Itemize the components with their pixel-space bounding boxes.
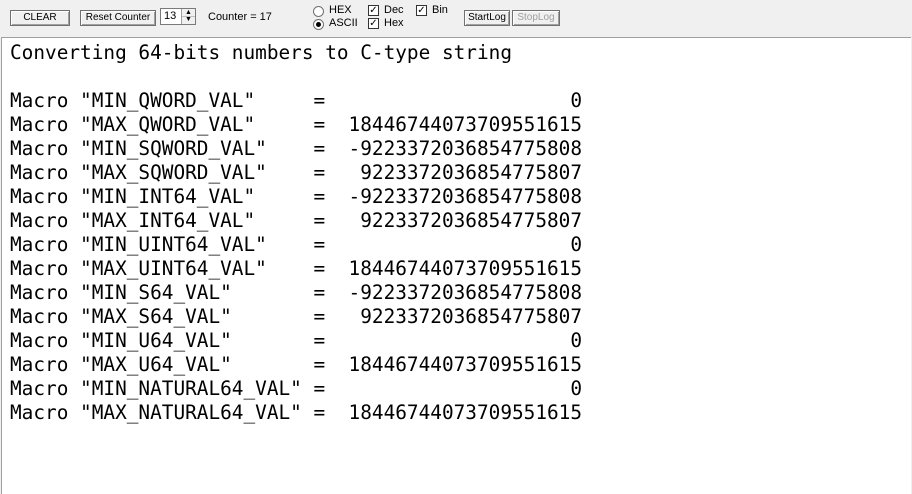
console-line: Macro "MAX_UINT64_VAL" = 184467440737095… [10, 257, 583, 280]
toolbar: CLEAR Reset Counter 13 ▲ ▼ Counter = 17 … [0, 0, 912, 36]
bin-checkbox-label: Bin [432, 4, 448, 16]
console-line: Macro "MAX_SQWORD_VAL" = 922337203685477… [10, 161, 583, 184]
console-line: Macro "MAX_S64_VAL" = 922337203685477580… [10, 305, 583, 328]
console-line: Macro "MIN_S64_VAL" = -92233720368547758… [10, 281, 583, 304]
console-line: Macro "MAX_NATURAL64_VAL" = 184467440737… [10, 401, 583, 424]
spinner-down-arrow-icon[interactable]: ▼ [182, 16, 195, 23]
hex-radio[interactable] [313, 6, 324, 17]
stoplog-button[interactable]: StopLog [512, 10, 560, 26]
spinner-arrows: ▲ ▼ [181, 9, 195, 24]
clear-button[interactable]: CLEAR [10, 10, 70, 26]
console-line: Macro "MIN_INT64_VAL" = -922337203685477… [10, 185, 583, 208]
console-line: Macro "MIN_NATURAL64_VAL" = 0 [10, 377, 583, 400]
console-output[interactable]: Converting 64-bits numbers to C-type str… [1, 37, 911, 494]
count-spinner-value[interactable]: 13 [164, 10, 176, 22]
counter-label: Counter = 17 [208, 11, 272, 23]
count-spinner[interactable]: 13 ▲ ▼ [160, 8, 196, 25]
dec-checkbox[interactable]: ✓ [368, 5, 379, 16]
console-title: Converting 64-bits numbers to C-type str… [10, 41, 512, 64]
dec-checkbox-label: Dec [384, 4, 404, 16]
console-line: Macro "MIN_QWORD_VAL" = 0 [10, 89, 583, 112]
reset-counter-button[interactable]: Reset Counter [80, 10, 156, 26]
console-line: Macro "MAX_QWORD_VAL" = 1844674407370955… [10, 113, 583, 136]
console-line: Macro "MIN_UINT64_VAL" = 0 [10, 233, 583, 256]
ascii-radio-label: ASCII [329, 17, 358, 29]
console-line: Macro "MAX_INT64_VAL" = 9223372036854775… [10, 209, 583, 232]
bin-checkbox[interactable]: ✓ [416, 5, 427, 16]
console-line: Macro "MIN_U64_VAL" = 0 [10, 329, 583, 352]
ascii-radio[interactable] [313, 19, 324, 30]
startlog-button[interactable]: StartLog [464, 10, 510, 26]
hex-checkbox-label: Hex [384, 17, 404, 29]
hex-radio-label: HEX [329, 4, 352, 16]
console-line: Macro "MIN_SQWORD_VAL" = -92233720368547… [10, 137, 583, 160]
hex-checkbox[interactable]: ✓ [368, 18, 379, 29]
console-line: Macro "MAX_U64_VAL" = 184467440737095516… [10, 353, 583, 376]
